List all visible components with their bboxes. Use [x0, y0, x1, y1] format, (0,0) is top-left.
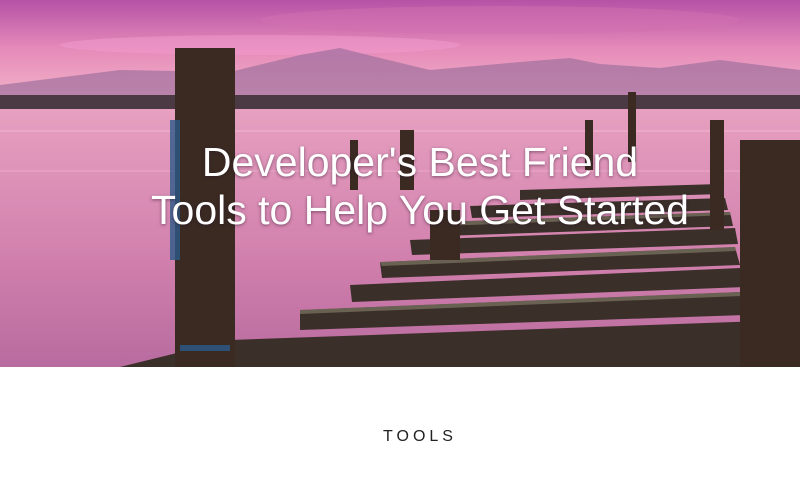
hero-heading-line1: Developer's Best Friend: [201, 139, 639, 185]
tools-section-heading: TOOLS: [383, 428, 457, 445]
hero-banner: Developer's Best Friend Tools to Help Yo…: [0, 0, 800, 367]
hero-heading-line2: Tools to Help You Get Started: [151, 187, 689, 233]
hero-heading: Developer's Best Friend Tools to Help Yo…: [0, 138, 800, 234]
